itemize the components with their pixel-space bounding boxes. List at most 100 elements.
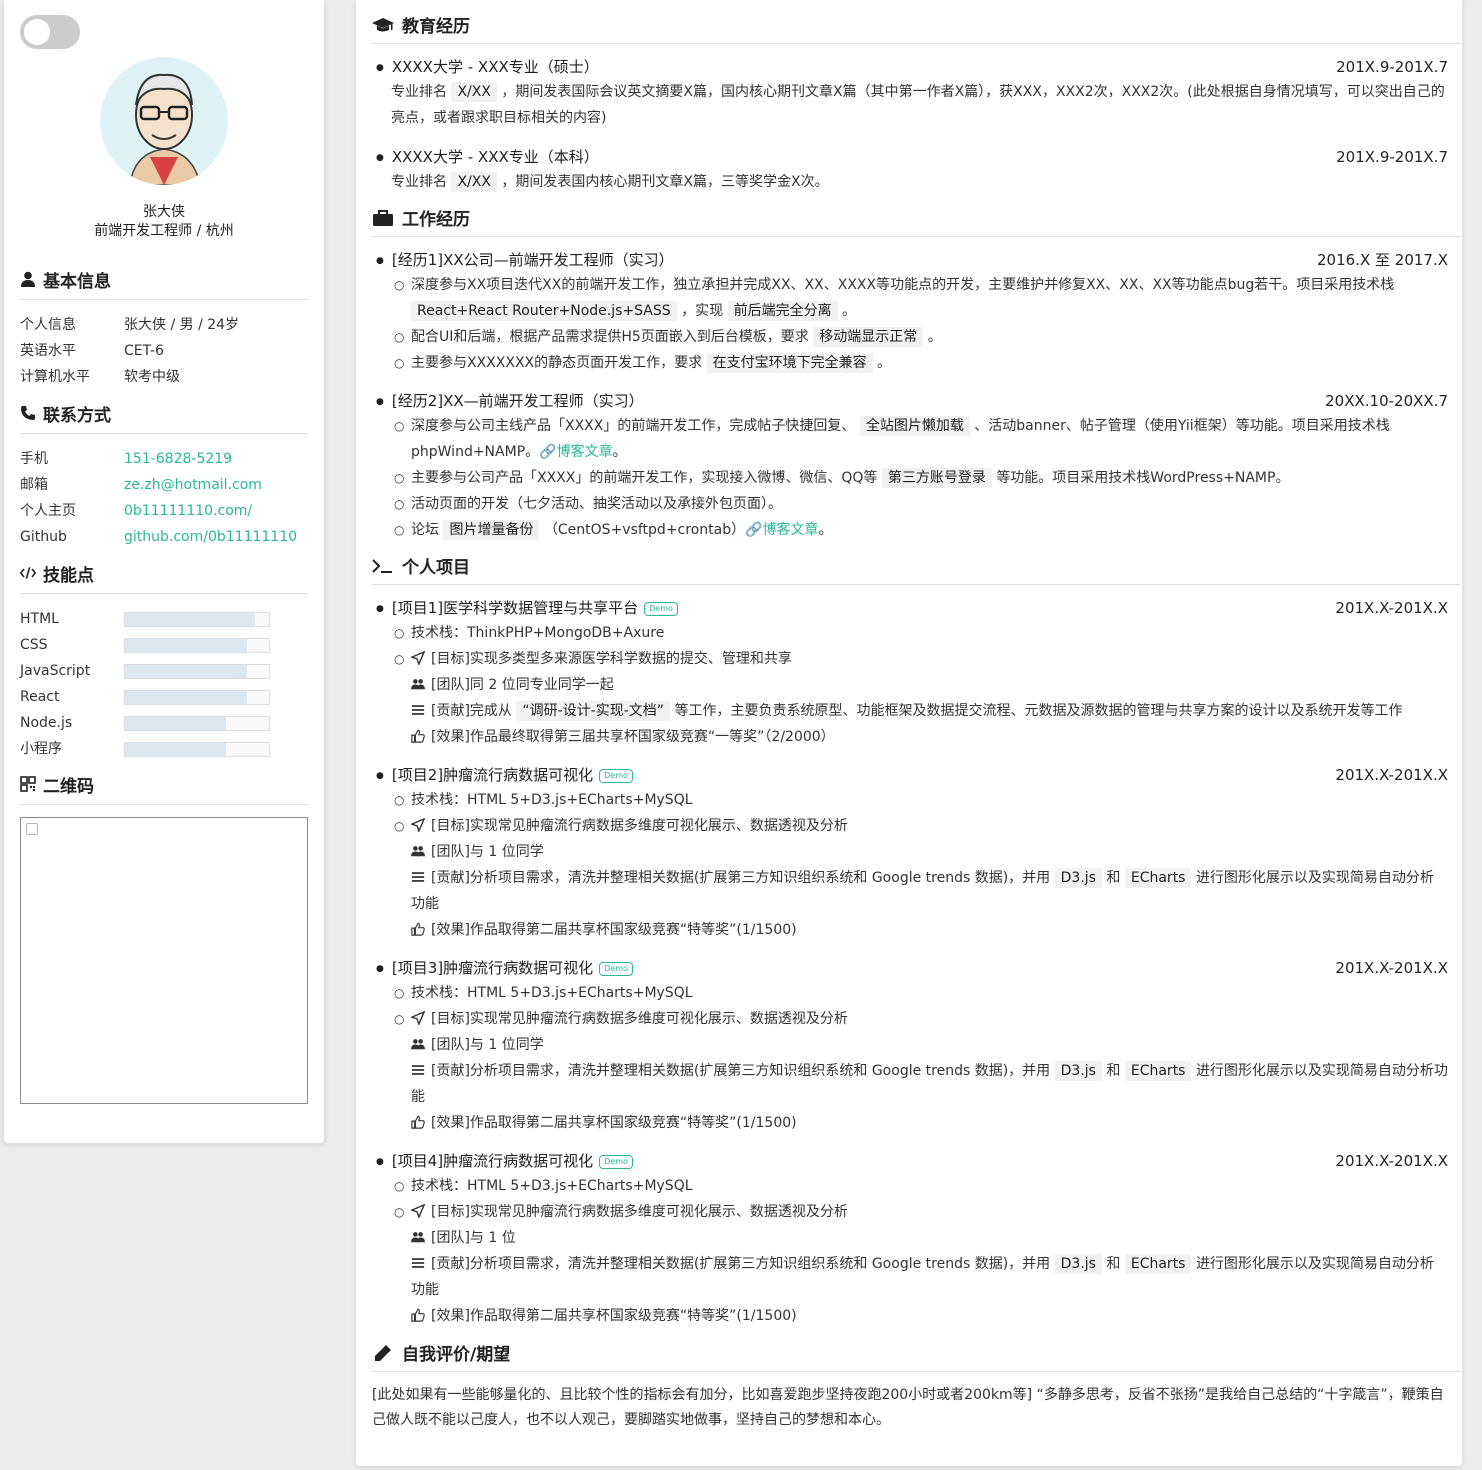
skill-bar <box>124 689 270 705</box>
contact-row-phone: 手机 151-6828-5219 <box>20 446 308 472</box>
project-head: [项目2]肿瘤流行病数据可视化 Demo 201X.X-201X.X <box>376 763 1448 787</box>
contact-key: Github <box>20 529 67 545</box>
bullet-text: 论坛 <box>411 522 439 538</box>
stack-text: 技术栈：HTML 5+D3.js+ECharts+MySQL <box>411 985 693 1001</box>
bullet-text: 配合UI和后端，根据产品需求提供H5页面嵌入到后台模板，要求 <box>411 329 809 345</box>
project-name: [项目4]肿瘤流行病数据可视化 Demo <box>376 1149 633 1173</box>
tech-code: ECharts <box>1124 1254 1192 1274</box>
phone-icon <box>21 406 35 420</box>
work-title: 工作经历 <box>372 205 1460 237</box>
project-stack: 技术栈：HTML 5+D3.js+ECharts+MySQL <box>376 980 1448 1006</box>
work-name: [经历2]XX—前端开发工程师（实习） <box>376 389 644 413</box>
contrib-text: 和 <box>1106 870 1121 886</box>
bullet-text: 活动页面的开发（七夕活动、抽奖活动以及承接外包页面）。 <box>411 496 782 512</box>
work-label: 工作经历 <box>402 210 470 230</box>
work-bullet: 主要参与XXXXXXX的静态页面开发工作，要求 在支付宝环境下完全兼容 。 <box>376 350 1448 376</box>
contact-list: 手机 151-6828-5219 邮箱 ze.zh@hotmail.com 个人主页… <box>20 446 308 550</box>
demo-badge[interactable]: Demo <box>599 1155 633 1169</box>
self-eval-title: 自我评价/期望 <box>372 1340 1460 1372</box>
education-item: XXXX大学 - XXX专业（本科） 201X.9-201X.7 专业排名 X/X… <box>376 145 1448 195</box>
highlight-code: 前后端完全分离 <box>727 301 838 321</box>
demo-badge[interactable]: Demo <box>644 602 678 616</box>
email-link[interactable]: ze.zh@hotmail.com <box>124 472 262 498</box>
work-item: [经历2]XX—前端开发工程师（实习） 20XX.10-20XX.7 深度参与公司… <box>376 389 1448 543</box>
blog-link-label: 博客文章 <box>762 522 819 538</box>
effect-text: [效果]作品取得第二届共享杯国家级竞赛“特等奖”(1/1500) <box>431 1308 797 1324</box>
education-head: XXXX大学 - XXX专业（本科） 201X.9-201X.7 <box>376 145 1448 169</box>
work-date: 20XX.10-20XX.7 <box>1325 392 1448 410</box>
skill-bar <box>124 741 270 757</box>
project-goal: [目标]实现常见肿瘤流行病数据多维度可视化展示、数据透视及分析 <box>376 1006 1448 1032</box>
qrcode-label: 二维码 <box>43 776 94 797</box>
basic-info-label: 基本信息 <box>43 271 111 292</box>
project-name-text: [项目3]肿瘤流行病数据可视化 <box>391 959 594 977</box>
skill-row: 小程序 <box>20 736 308 762</box>
list-icon <box>411 1253 427 1268</box>
project-item: [项目4]肿瘤流行病数据可视化 Demo 201X.X-201X.X 技术栈：HTM… <box>376 1149 1448 1329</box>
effect-text: [效果]作品取得第二届共享杯国家级竞赛“特等奖”(1/1500) <box>431 922 797 938</box>
project-head: [项目1]医学科学数据管理与共享平台 Demo 201X.X-201X.X <box>376 596 1448 620</box>
sidebar: 张大侠 前端开发工程师 / 杭州 基本信息 个人信息 张大侠 / 男 / 24岁 … <box>4 0 324 1143</box>
project-contrib: [贡献]分析项目需求，清洗并整理相关数据(扩展第三方知识组织系统和 Google… <box>376 1058 1448 1110</box>
education-title: 教育经历 <box>372 12 1460 44</box>
theme-toggle[interactable] <box>20 15 80 49</box>
blog-link[interactable]: 🔗博客文章 <box>539 444 612 460</box>
qrcode-image <box>20 817 308 1104</box>
project-head: [项目3]肿瘤流行病数据可视化 Demo 201X.X-201X.X <box>376 956 1448 980</box>
work-bullet: 活动页面的开发（七夕活动、抽奖活动以及承接外包页面）。 <box>376 491 1448 517</box>
project-goal: [目标]实现多类型多来源医学科学数据的提交、管理和共享 <box>376 646 1448 672</box>
contrib-text: [贡献]分析项目需求，清洗并整理相关数据(扩展第三方知识组织系统和 Google… <box>431 1063 1051 1079</box>
highlight-code: “调研-设计-实现-文档” <box>516 701 671 721</box>
demo-badge[interactable]: Demo <box>599 962 633 976</box>
education-date: 201X.9-201X.7 <box>1336 148 1448 166</box>
skill-bar-fill <box>125 742 226 756</box>
goal-text: [目标]实现常见肿瘤流行病数据多维度可视化展示、数据透视及分析 <box>431 1011 848 1027</box>
blog-link[interactable]: 🔗博客文章 <box>745 522 818 538</box>
code-icon <box>20 567 36 579</box>
project-contrib: [贡献]分析项目需求，清洗并整理相关数据(扩展第三方知识组织系统和 Google… <box>376 1251 1448 1303</box>
tech-code: D3.js <box>1054 868 1102 888</box>
contrib-text: 和 <box>1106 1063 1121 1079</box>
highlight-code: 第三方账号登录 <box>881 468 992 488</box>
skills-list: HTML CSS JavaScript React Node.js 小程序 <box>20 606 308 762</box>
skill-bar <box>124 663 270 679</box>
education-item: XXXX大学 - XXX专业（硕士） 201X.9-201X.7 专业排名 X/X… <box>376 55 1448 131</box>
link-icon: 🔗 <box>745 522 763 538</box>
demo-badge[interactable]: Demo <box>599 769 633 783</box>
project-effect: [效果]作品最终取得第三届共享杯国家级竞赛“一等奖”（2/2000） <box>376 724 1448 750</box>
user-icon <box>21 271 35 287</box>
project-name: [项目3]肿瘤流行病数据可视化 Demo <box>376 956 633 980</box>
work-head: [经历2]XX—前端开发工程师（实习） 20XX.10-20XX.7 <box>376 389 1448 413</box>
goal-text: [目标]实现多类型多来源医学科学数据的提交、管理和共享 <box>431 651 792 667</box>
main-content: 教育经历 XXXX大学 - XXX专业（硕士） 201X.9-201X.7 专业排… <box>356 0 1462 1466</box>
basic-row: 个人信息 张大侠 / 男 / 24岁 <box>20 312 308 338</box>
github-link[interactable]: github.com/0b11111110 <box>124 524 297 550</box>
work-bullet: 深度参与公司主线产品「XXXX」的前端开发工作，完成帖子快捷回复、 全站图片懒加… <box>376 413 1448 465</box>
projects-label: 个人项目 <box>402 558 470 578</box>
skill-bar-fill <box>125 716 226 730</box>
skills-label: 技能点 <box>43 565 94 586</box>
basic-row: 计算机水平 软考中级 <box>20 364 308 390</box>
contrib-text: 和 <box>1106 1256 1121 1272</box>
qrcode-icon <box>20 776 36 792</box>
users-icon <box>411 674 427 690</box>
project-name: [项目1]医学科学数据管理与共享平台 Demo <box>376 596 678 620</box>
education-name: XXXX大学 - XXX专业（本科） <box>376 145 599 169</box>
basic-info-title: 基本信息 <box>20 268 308 300</box>
skill-row: HTML <box>20 606 308 632</box>
paper-plane-icon <box>409 1008 427 1027</box>
homepage-link[interactable]: 0b11111110.com/ <box>124 498 252 524</box>
bullet-text: 。 <box>927 329 942 345</box>
profile-subtitle: 前端开发工程师 / 杭州 <box>94 223 234 239</box>
contact-key: 手机 <box>20 451 48 467</box>
bullet-text: 。 <box>818 522 833 538</box>
project-name-text: [项目4]肿瘤流行病数据可视化 <box>391 1152 594 1170</box>
basic-value: 张大侠 / 男 / 24岁 <box>124 317 240 333</box>
project-item: [项目1]医学科学数据管理与共享平台 Demo 201X.X-201X.X 技术栈：… <box>376 596 1448 750</box>
basic-row: 英语水平 CET-6 <box>20 338 308 364</box>
skill-bar-fill <box>125 690 248 704</box>
skill-name: React <box>20 689 60 705</box>
contrib-text: 等工作，主要负责系统原型、功能框架及数据提交流程、元数据及源数据的管理与共享方案… <box>674 703 1403 719</box>
phone-link[interactable]: 151-6828-5219 <box>124 446 232 472</box>
bullet-text: 。 <box>877 355 892 371</box>
